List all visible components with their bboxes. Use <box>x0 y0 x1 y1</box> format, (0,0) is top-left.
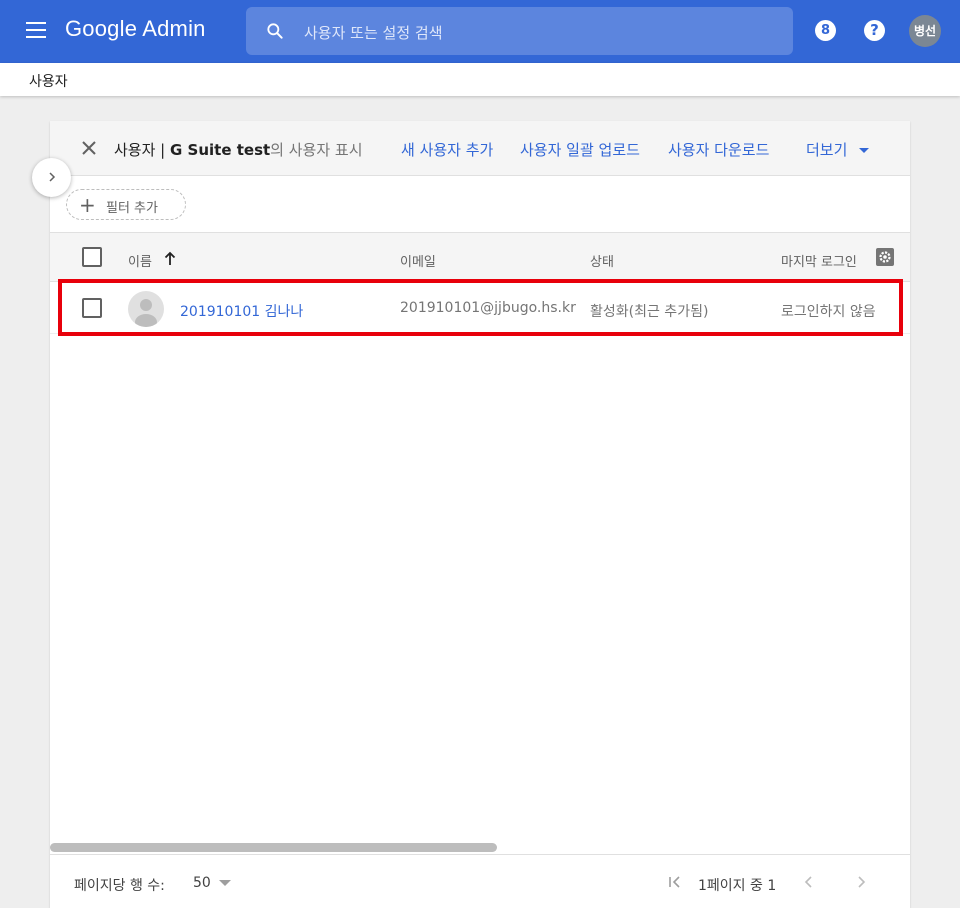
search-placeholder: 사용자 또는 설정 검색 <box>304 24 443 42</box>
card-header: 사용자 | G Suite test의 사용자 표시 새 사용자 추가 사용자 … <box>50 121 910 176</box>
rows-per-page-value: 50 <box>193 875 211 891</box>
gear-icon[interactable] <box>875 247 895 267</box>
table-header: 이름 이메일 상태 마지막 로그인 <box>50 232 910 282</box>
title-prefix: 사용자 | <box>114 141 170 159</box>
org-name: G Suite test <box>170 141 271 159</box>
user-name-link[interactable]: 201910101 김나나 <box>180 301 303 321</box>
column-name[interactable]: 이름 <box>128 251 152 270</box>
column-last-login[interactable]: 마지막 로그인 <box>781 251 857 270</box>
caret-down-icon <box>218 880 231 886</box>
first-page-icon[interactable] <box>666 873 684 891</box>
search-input[interactable]: 사용자 또는 설정 검색 <box>246 7 793 55</box>
column-status[interactable]: 상태 <box>590 251 614 270</box>
add-user-button[interactable]: 새 사용자 추가 <box>401 139 493 160</box>
help-icon[interactable]: ? <box>864 20 885 41</box>
caret-down-icon <box>859 148 870 153</box>
select-all-checkbox[interactable] <box>82 247 102 267</box>
bulk-upload-button[interactable]: 사용자 일괄 업로드 <box>520 139 640 160</box>
user-last-login: 로그인하지 않음 <box>781 304 876 320</box>
more-label: 더보기 <box>806 141 848 159</box>
add-filter-label: 필터 추가 <box>106 201 158 216</box>
table-footer: 페이지당 행 수: 50 1페이지 중 1 <box>50 854 910 908</box>
user-email: 201910101@jjbugo.hs.kr <box>400 300 576 316</box>
menu-icon[interactable] <box>26 22 46 38</box>
plus-icon: + <box>79 193 96 217</box>
horizontal-scrollbar[interactable] <box>50 843 497 852</box>
table-row[interactable]: 201910101 김나나 201910101@jjbugo.hs.kr 활성화… <box>50 282 910 334</box>
breadcrumb-users: 사용자 <box>29 74 68 90</box>
user-status: 활성화(최근 추가됨) <box>590 304 709 320</box>
prev-page-icon[interactable] <box>800 873 818 891</box>
add-filter-button[interactable]: + 필터 추가 <box>66 189 186 220</box>
column-email[interactable]: 이메일 <box>400 251 436 270</box>
title-suffix: 의 사용자 표시 <box>270 141 363 159</box>
chevron-right-icon <box>49 172 56 182</box>
breadcrumb: 사용자 <box>0 63 960 96</box>
user-avatar-icon <box>128 291 164 327</box>
apps-icon[interactable]: 8 <box>815 20 836 41</box>
close-icon[interactable] <box>79 138 99 158</box>
expand-panel-button[interactable] <box>32 158 71 197</box>
download-users-button[interactable]: 사용자 다운로드 <box>668 139 769 160</box>
next-page-icon[interactable] <box>852 873 870 891</box>
more-button[interactable]: 더보기 <box>806 139 870 160</box>
page-title: 사용자 | G Suite test의 사용자 표시 <box>114 139 363 160</box>
rows-per-page-select[interactable]: 50 <box>193 875 231 891</box>
sort-ascending-icon[interactable] <box>163 250 177 266</box>
row-checkbox[interactable] <box>82 298 102 318</box>
search-icon <box>267 23 283 39</box>
users-card: 사용자 | G Suite test의 사용자 표시 새 사용자 추가 사용자 … <box>50 121 910 908</box>
account-avatar[interactable]: 병선 <box>909 15 941 47</box>
rows-per-page-label: 페이지당 행 수: <box>74 878 165 894</box>
app-bar: Google Admin 사용자 또는 설정 검색 8 ? 병선 <box>0 0 960 63</box>
page-info: 1페이지 중 1 <box>698 878 777 894</box>
google-admin-logo[interactable]: Google Admin <box>65 16 206 42</box>
